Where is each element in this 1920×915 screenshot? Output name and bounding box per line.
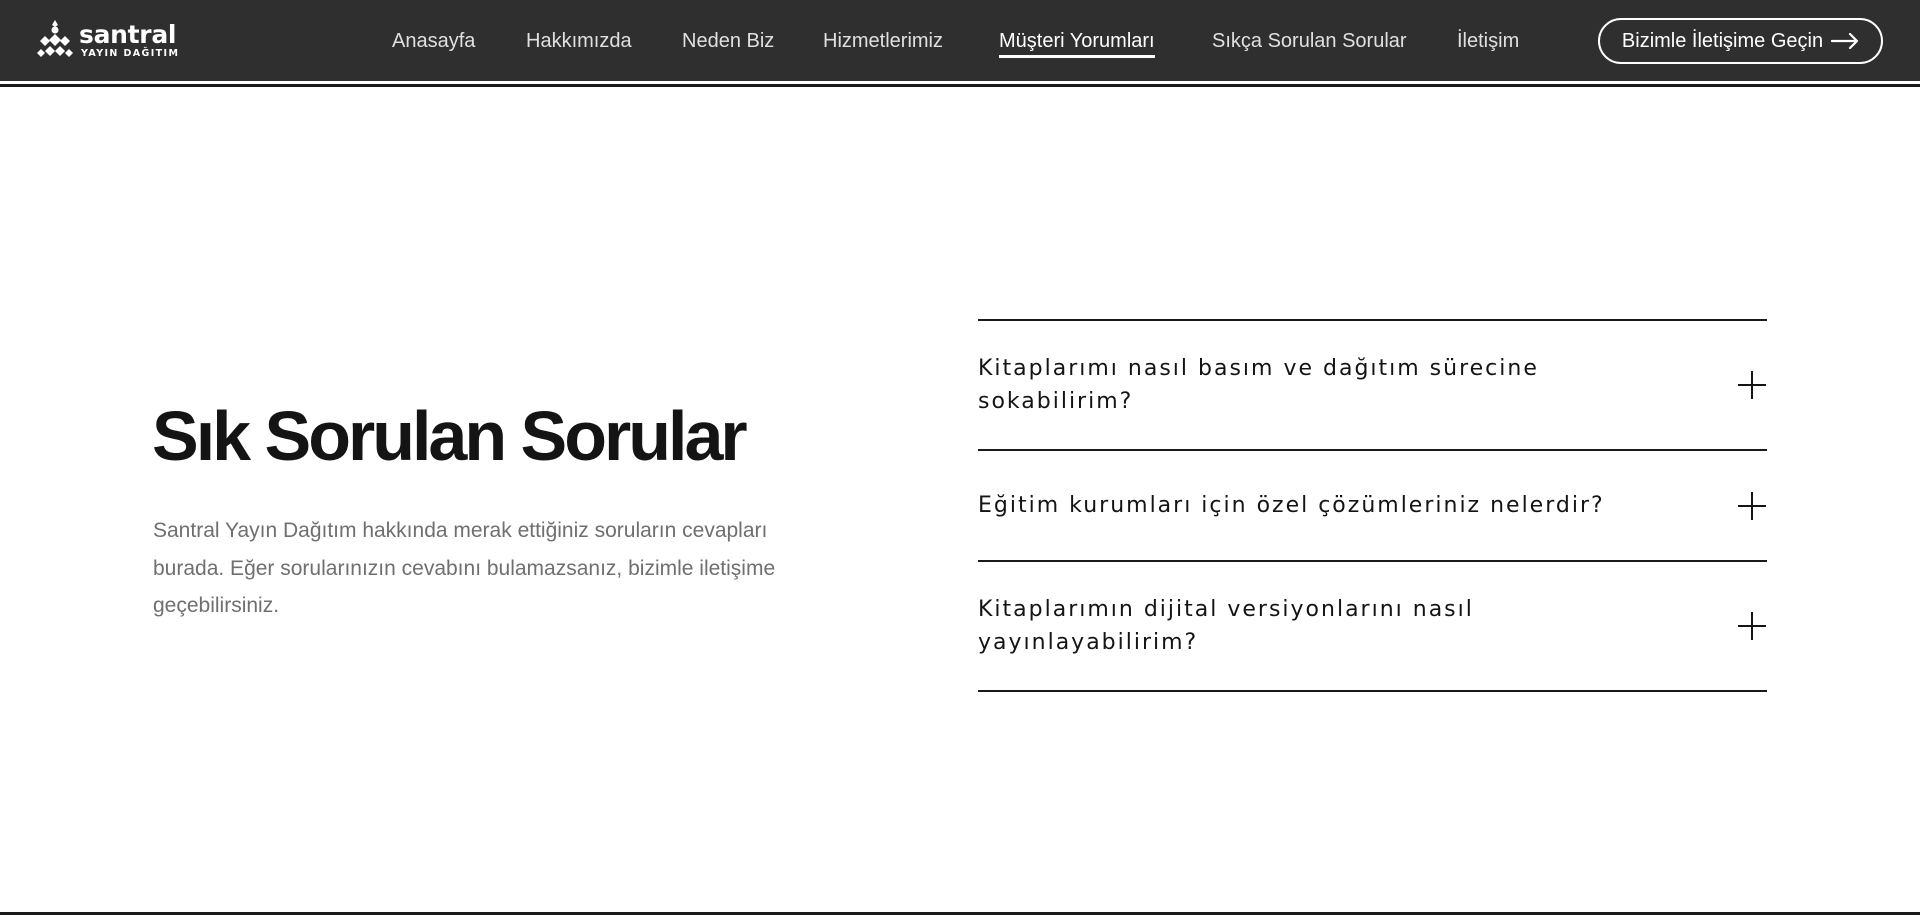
faq-divider — [978, 690, 1767, 692]
brand-logo[interactable]: santral YAYIN DAĞITIM — [37, 17, 179, 63]
faq-question: Eğitim kurumları için özel çözümleriniz … — [978, 493, 1605, 518]
faq-question: Kitaplarımı nasıl basım ve dağıtım sürec… — [978, 356, 1539, 414]
plus-icon[interactable] — [1737, 370, 1767, 400]
logo-icon — [37, 20, 73, 57]
section-description: Santral Yayın Dağıtım hakkında merak ett… — [153, 519, 776, 617]
nav-item-musteri-yorumlari[interactable]: Müşteri Yorumları — [999, 28, 1155, 58]
nav-item-neden-biz[interactable]: Neden Biz — [682, 28, 774, 54]
nav-item-iletisim[interactable]: İletişim — [1457, 28, 1519, 54]
nav-item-hizmetlerimiz[interactable]: Hizmetlerimiz — [823, 28, 943, 54]
faq-question: Kitaplarımın dijital versiyonlarını nası… — [978, 597, 1474, 655]
brand-subtitle: YAYIN DAĞITIM — [81, 47, 180, 59]
faq-item[interactable]: Kitaplarımı nasıl basım ve dağıtım sürec… — [978, 321, 1767, 449]
header-divider — [0, 84, 1920, 87]
faq-item[interactable]: Kitaplarımın dijital versiyonlarını nası… — [978, 562, 1767, 690]
plus-icon[interactable] — [1737, 491, 1767, 521]
nav-item-sikca-sorulan-sorular[interactable]: Sıkça Sorulan Sorular — [1212, 28, 1407, 54]
nav-item-hakkimizda[interactable]: Hakkımızda — [526, 28, 632, 54]
plus-icon[interactable] — [1737, 611, 1767, 641]
faq-accordion: Kitaplarımı nasıl basım ve dağıtım sürec… — [978, 319, 1767, 692]
arrow-right-icon — [1831, 33, 1859, 49]
page-title: Sık Sorulan Sorular — [152, 397, 748, 475]
brand-name: santral — [79, 19, 177, 49]
contact-cta-label: Bizimle İletişime Geçin — [1621, 29, 1824, 52]
site-header: santral YAYIN DAĞITIM Anasayfa Hakkımızd… — [0, 0, 1920, 81]
nav-item-anasayfa[interactable]: Anasayfa — [392, 28, 475, 54]
faq-item[interactable]: Eğitim kurumları için özel çözümleriniz … — [978, 451, 1767, 560]
contact-cta-button[interactable]: Bizimle İletişime Geçin — [1598, 18, 1883, 64]
